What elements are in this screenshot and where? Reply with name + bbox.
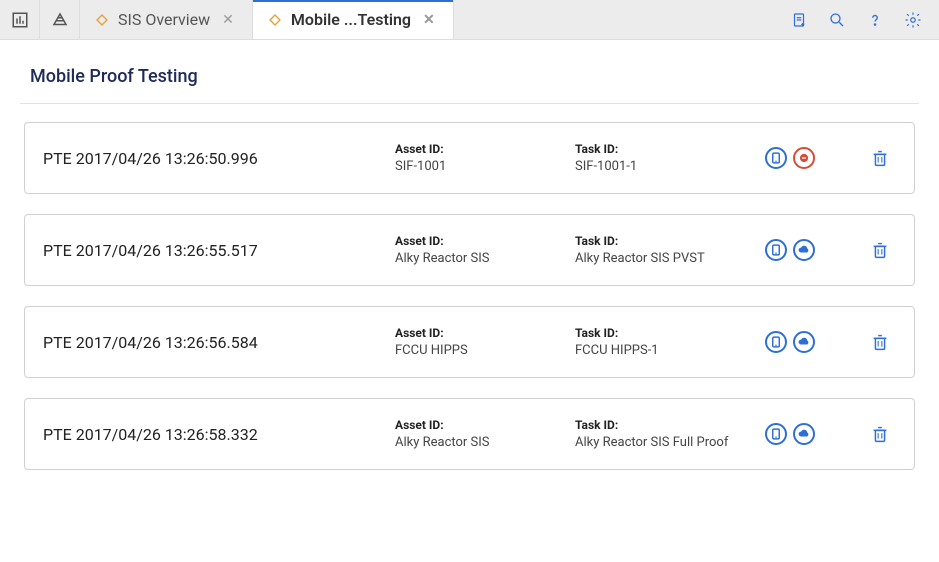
nav-dashboard-icon[interactable] [0, 0, 40, 39]
delete-button[interactable] [845, 147, 915, 169]
asset-id-value: Alky Reactor SIS [395, 435, 575, 450]
tab-label: Mobile ...Testing [291, 10, 411, 29]
delete-button[interactable] [845, 331, 915, 353]
task-id-field: Task ID: Alky Reactor SIS PVST [575, 234, 755, 266]
card-title: PTE 2017/04/26 13:26:56.584 [25, 333, 395, 352]
task-id-value: Alky Reactor SIS PVST [575, 251, 755, 266]
mobile-icon [765, 423, 787, 445]
nav-hierarchy-icon[interactable] [40, 0, 80, 39]
diamond-icon [94, 12, 110, 28]
task-id-field: Task ID: Alky Reactor SIS Full Proof [575, 418, 755, 450]
mobile-icon [765, 239, 787, 261]
tab-mobile-testing[interactable]: Mobile ...Testing ✕ [253, 0, 454, 39]
asset-id-label: Asset ID: [395, 326, 575, 340]
cloud-sync-icon [793, 423, 815, 445]
proof-test-card[interactable]: PTE 2017/04/26 13:26:56.584 Asset ID: FC… [24, 306, 915, 378]
asset-id-field: Asset ID: SIF-1001 [395, 142, 575, 174]
close-icon[interactable]: ✕ [218, 10, 238, 30]
page-title: Mobile Proof Testing [30, 66, 919, 87]
sync-error-icon [793, 147, 815, 169]
gear-icon[interactable] [903, 10, 923, 30]
card-title: PTE 2017/04/26 13:26:58.332 [25, 425, 395, 444]
mobile-icon [765, 147, 787, 169]
mobile-icon [765, 331, 787, 353]
task-id-label: Task ID: [575, 234, 755, 248]
card-title: PTE 2017/04/26 13:26:55.517 [25, 241, 395, 260]
status-icons [755, 331, 845, 353]
tab-label: SIS Overview [118, 10, 210, 29]
cloud-sync-icon [793, 331, 815, 353]
task-id-label: Task ID: [575, 326, 755, 340]
asset-id-value: FCCU HIPPS [395, 343, 575, 358]
tab-sis-overview[interactable]: SIS Overview ✕ [80, 0, 253, 39]
help-icon[interactable] [865, 10, 885, 30]
asset-id-value: Alky Reactor SIS [395, 251, 575, 266]
search-icon[interactable] [827, 10, 847, 30]
status-icons [755, 147, 845, 169]
topbar-left-icons [0, 0, 80, 39]
asset-id-label: Asset ID: [395, 418, 575, 432]
status-icons [755, 239, 845, 261]
task-id-label: Task ID: [575, 142, 755, 156]
task-id-field: Task ID: FCCU HIPPS-1 [575, 326, 755, 358]
page-content: Mobile Proof Testing PTE 2017/04/26 13:2… [0, 40, 939, 470]
divider [20, 103, 919, 104]
delete-button[interactable] [845, 423, 915, 445]
task-id-value: SIF-1001-1 [575, 159, 755, 174]
clipboard-add-icon[interactable] [789, 10, 809, 30]
close-icon[interactable]: ✕ [419, 10, 439, 30]
topbar-right-icons [773, 0, 939, 39]
card-title: PTE 2017/04/26 13:26:50.996 [25, 149, 395, 168]
asset-id-field: Asset ID: Alky Reactor SIS [395, 418, 575, 450]
asset-id-field: Asset ID: Alky Reactor SIS [395, 234, 575, 266]
cloud-sync-icon [793, 239, 815, 261]
asset-id-label: Asset ID: [395, 234, 575, 248]
task-id-label: Task ID: [575, 418, 755, 432]
asset-id-field: Asset ID: FCCU HIPPS [395, 326, 575, 358]
proof-test-card[interactable]: PTE 2017/04/26 13:26:55.517 Asset ID: Al… [24, 214, 915, 286]
delete-button[interactable] [845, 239, 915, 261]
status-icons [755, 423, 845, 445]
asset-id-label: Asset ID: [395, 142, 575, 156]
top-bar: SIS Overview ✕ Mobile ...Testing ✕ [0, 0, 939, 40]
diamond-icon [267, 12, 283, 28]
card-list: PTE 2017/04/26 13:26:50.996 Asset ID: SI… [20, 122, 919, 470]
task-id-value: FCCU HIPPS-1 [575, 343, 755, 358]
task-id-field: Task ID: SIF-1001-1 [575, 142, 755, 174]
asset-id-value: SIF-1001 [395, 159, 575, 174]
task-id-value: Alky Reactor SIS Full Proof [575, 435, 755, 450]
proof-test-card[interactable]: PTE 2017/04/26 13:26:50.996 Asset ID: SI… [24, 122, 915, 194]
proof-test-card[interactable]: PTE 2017/04/26 13:26:58.332 Asset ID: Al… [24, 398, 915, 470]
